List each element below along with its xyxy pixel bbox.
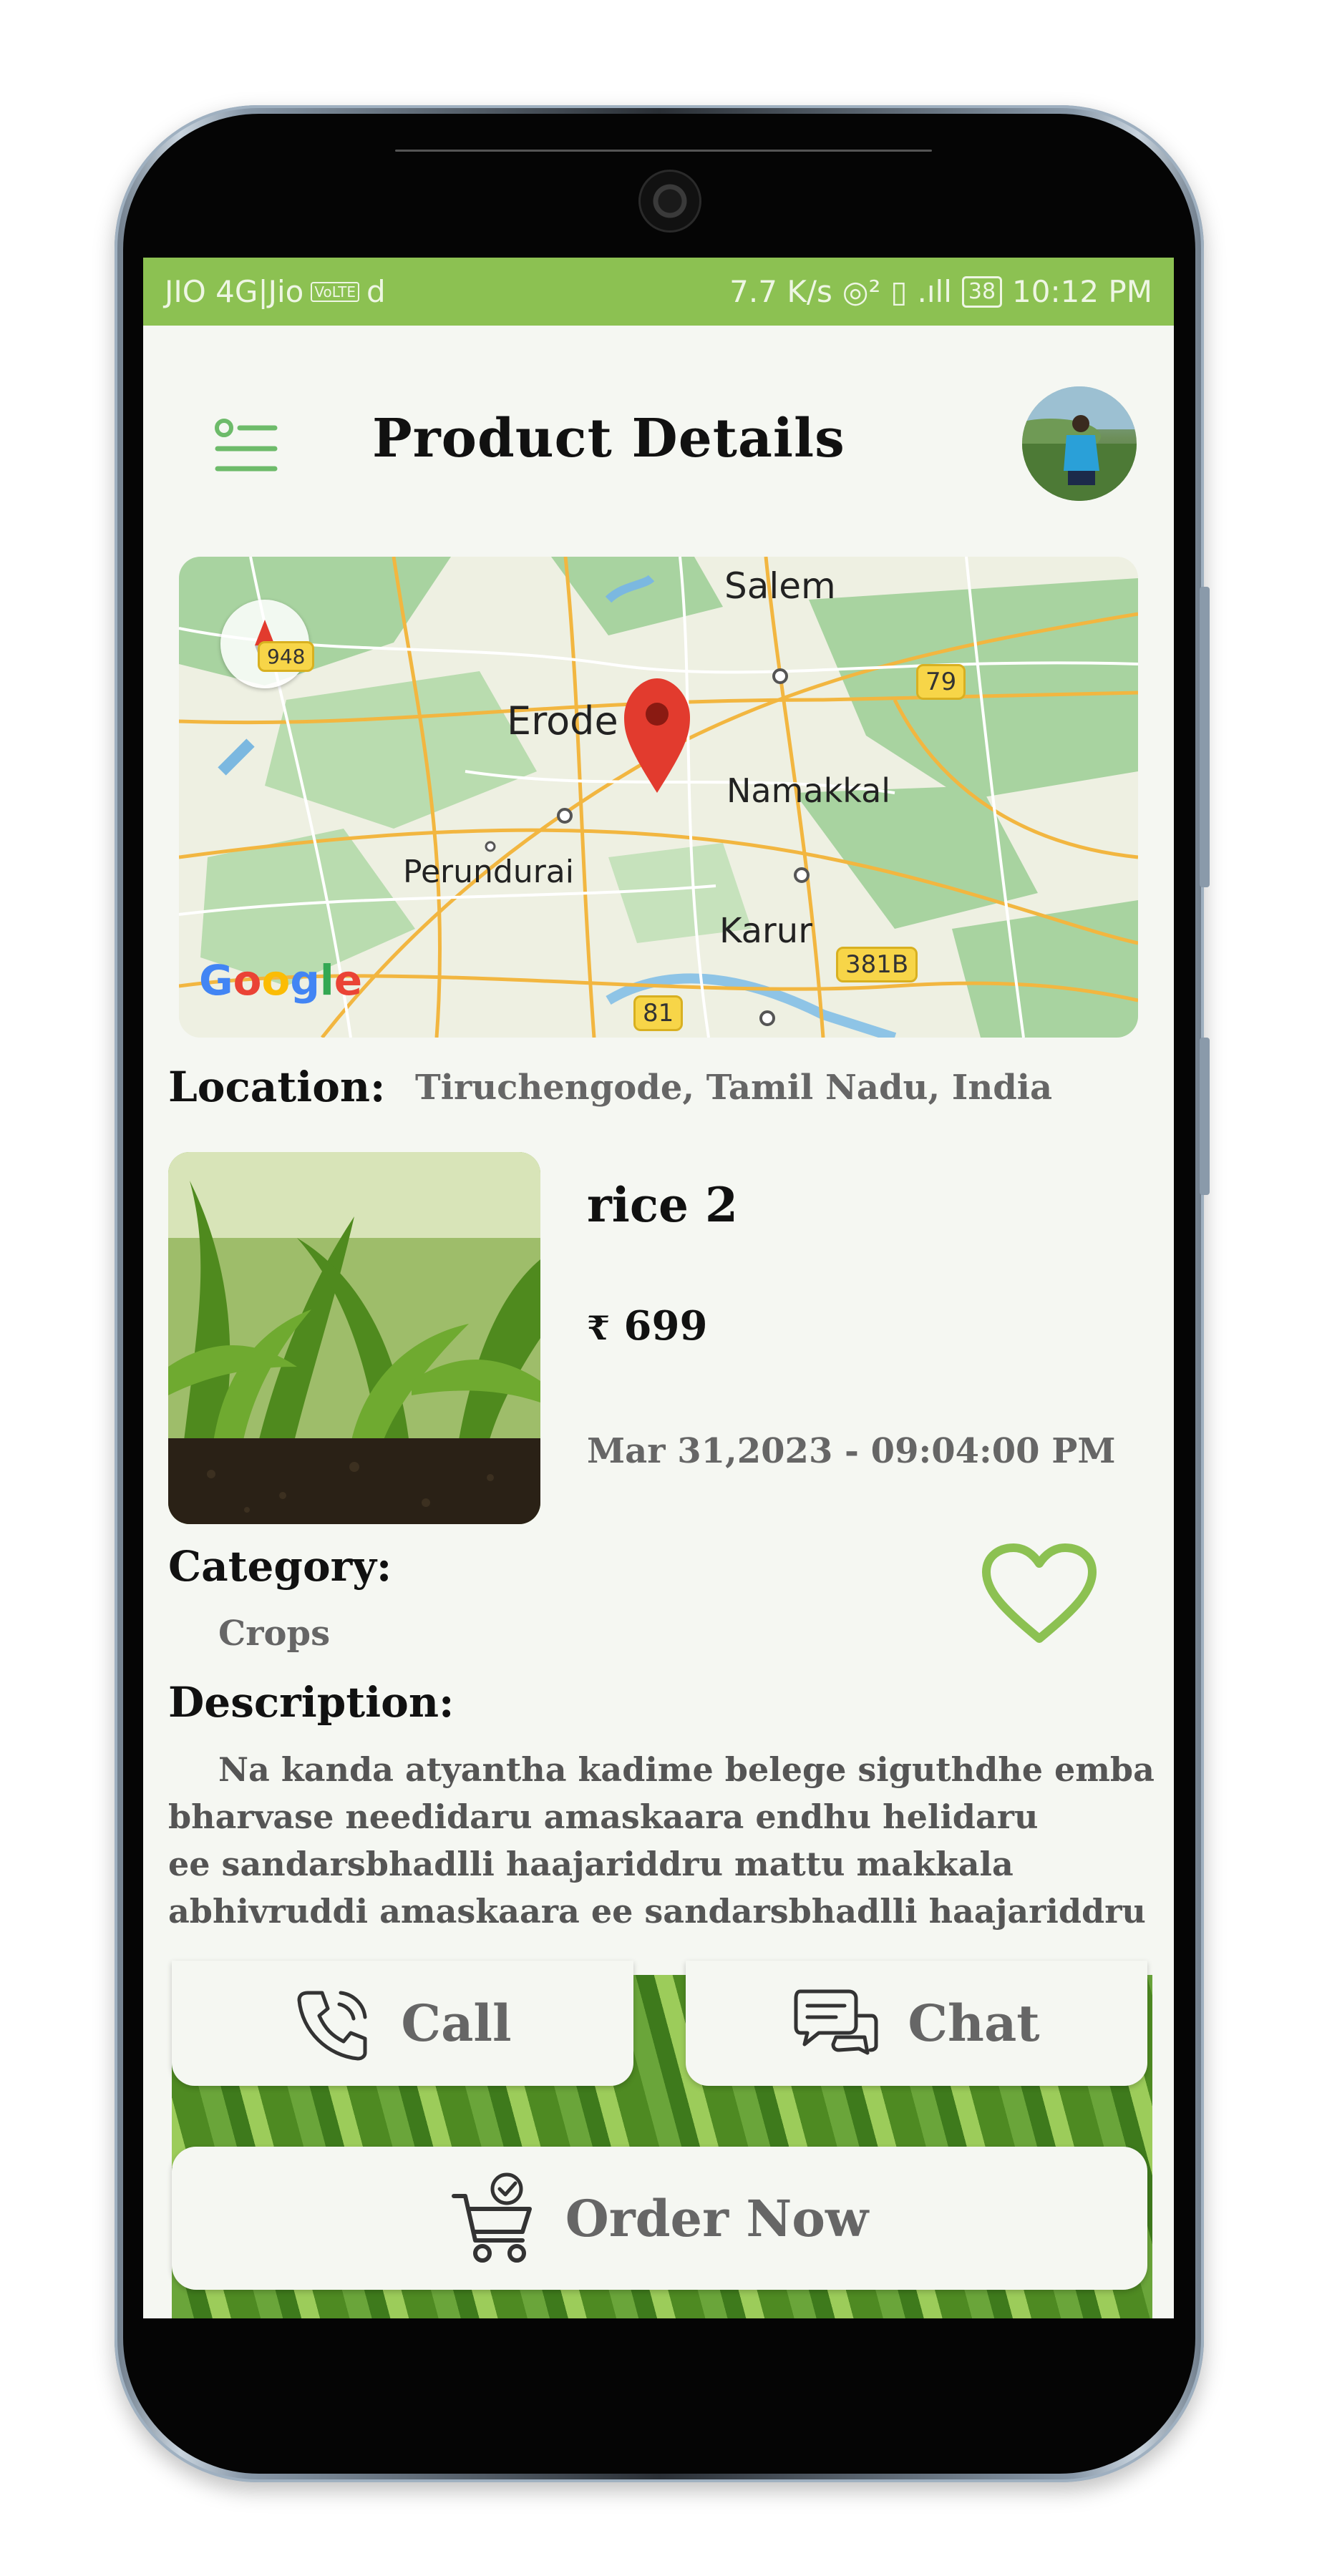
product-price: ₹ 699 xyxy=(587,1302,707,1350)
notification-icon: d xyxy=(366,274,386,309)
vibrate-icon: ▯ xyxy=(890,274,908,309)
volume-button xyxy=(1200,587,1210,887)
road-shield-81: 81 xyxy=(633,995,684,1031)
page-title: Product Details xyxy=(372,408,845,469)
chat-label: Chat xyxy=(908,1994,1040,2053)
category-label: Category: xyxy=(168,1542,392,1591)
phone-icon xyxy=(297,1991,367,2060)
product-name: rice 2 xyxy=(587,1177,738,1233)
chat-button[interactable]: Chat xyxy=(686,1961,1147,2086)
description-line: ee sandarsbhadlli haajariddru mattu makk… xyxy=(168,1845,1014,1883)
map-label-namakkal: Namakkal xyxy=(726,771,891,810)
clock: 10:12 PM xyxy=(1012,274,1152,309)
location-value: Tiruchengode, Tamil Nadu, India xyxy=(415,1068,1053,1108)
order-now-button[interactable]: Order Now xyxy=(172,2147,1147,2290)
earpiece xyxy=(395,150,932,152)
order-now-label: Order Now xyxy=(565,2188,869,2248)
map-label-salem: Salem xyxy=(724,565,836,607)
google-logo: Google xyxy=(199,956,363,1005)
cart-check-icon xyxy=(451,2172,532,2263)
app-screen: JIO 4G|Jio VoLTE d 7.7 K/s ◎² ▯ .ıll 38 … xyxy=(143,258,1174,2318)
product-date: Mar 31,2023 - 09:04:00 PM xyxy=(587,1431,1116,1471)
road-shield-381b: 381B xyxy=(836,947,918,982)
chat-icon xyxy=(794,1989,878,2054)
map-label-karur: Karur xyxy=(719,911,812,951)
price-value: 699 xyxy=(623,1302,708,1350)
volte-badge: VoLTE xyxy=(311,281,359,302)
category-value: Crops xyxy=(218,1614,331,1654)
road-shield-948: 948 xyxy=(258,641,315,672)
front-camera xyxy=(638,170,701,233)
map-label-erode: Erode xyxy=(507,698,618,743)
hotspot-icon: ◎² xyxy=(842,274,881,309)
status-bar: JIO 4G|Jio VoLTE d 7.7 K/s ◎² ▯ .ıll 38 … xyxy=(143,258,1174,326)
description-label: Description: xyxy=(168,1678,455,1727)
description-line: bharvase needidaru amaskaara endhu helid… xyxy=(168,1797,1039,1836)
call-label: Call xyxy=(401,1994,512,2053)
carrier-text: JIO 4G|Jio xyxy=(165,274,304,309)
call-button[interactable]: Call xyxy=(172,1961,633,2086)
menu-icon[interactable] xyxy=(215,419,278,476)
location-label: Location: xyxy=(168,1063,386,1111)
user-avatar[interactable] xyxy=(1022,386,1137,501)
description-line: abhivruddi amaskaara ee sandarsbhadlli h… xyxy=(168,1892,1146,1931)
heart-icon[interactable] xyxy=(981,1542,1099,1646)
road-shield-79: 79 xyxy=(916,664,966,700)
battery-icon: 38 xyxy=(961,275,1003,308)
product-image xyxy=(168,1152,540,1524)
signal-icon: .ıll xyxy=(917,274,952,309)
location-map[interactable]: Salem Erode Namakkal Perundurai Karur 79… xyxy=(179,557,1138,1038)
description-text: Na kanda atyantha kadime belege siguthdh… xyxy=(168,1746,1155,1935)
rupee-icon: ₹ xyxy=(587,1309,611,1347)
network-speed: 7.7 K/s xyxy=(729,274,832,309)
power-button xyxy=(1200,1038,1210,1195)
description-line: Na kanda atyantha kadime belege siguthdh… xyxy=(218,1750,1155,1789)
map-label-perundurai: Perundurai xyxy=(403,854,574,890)
